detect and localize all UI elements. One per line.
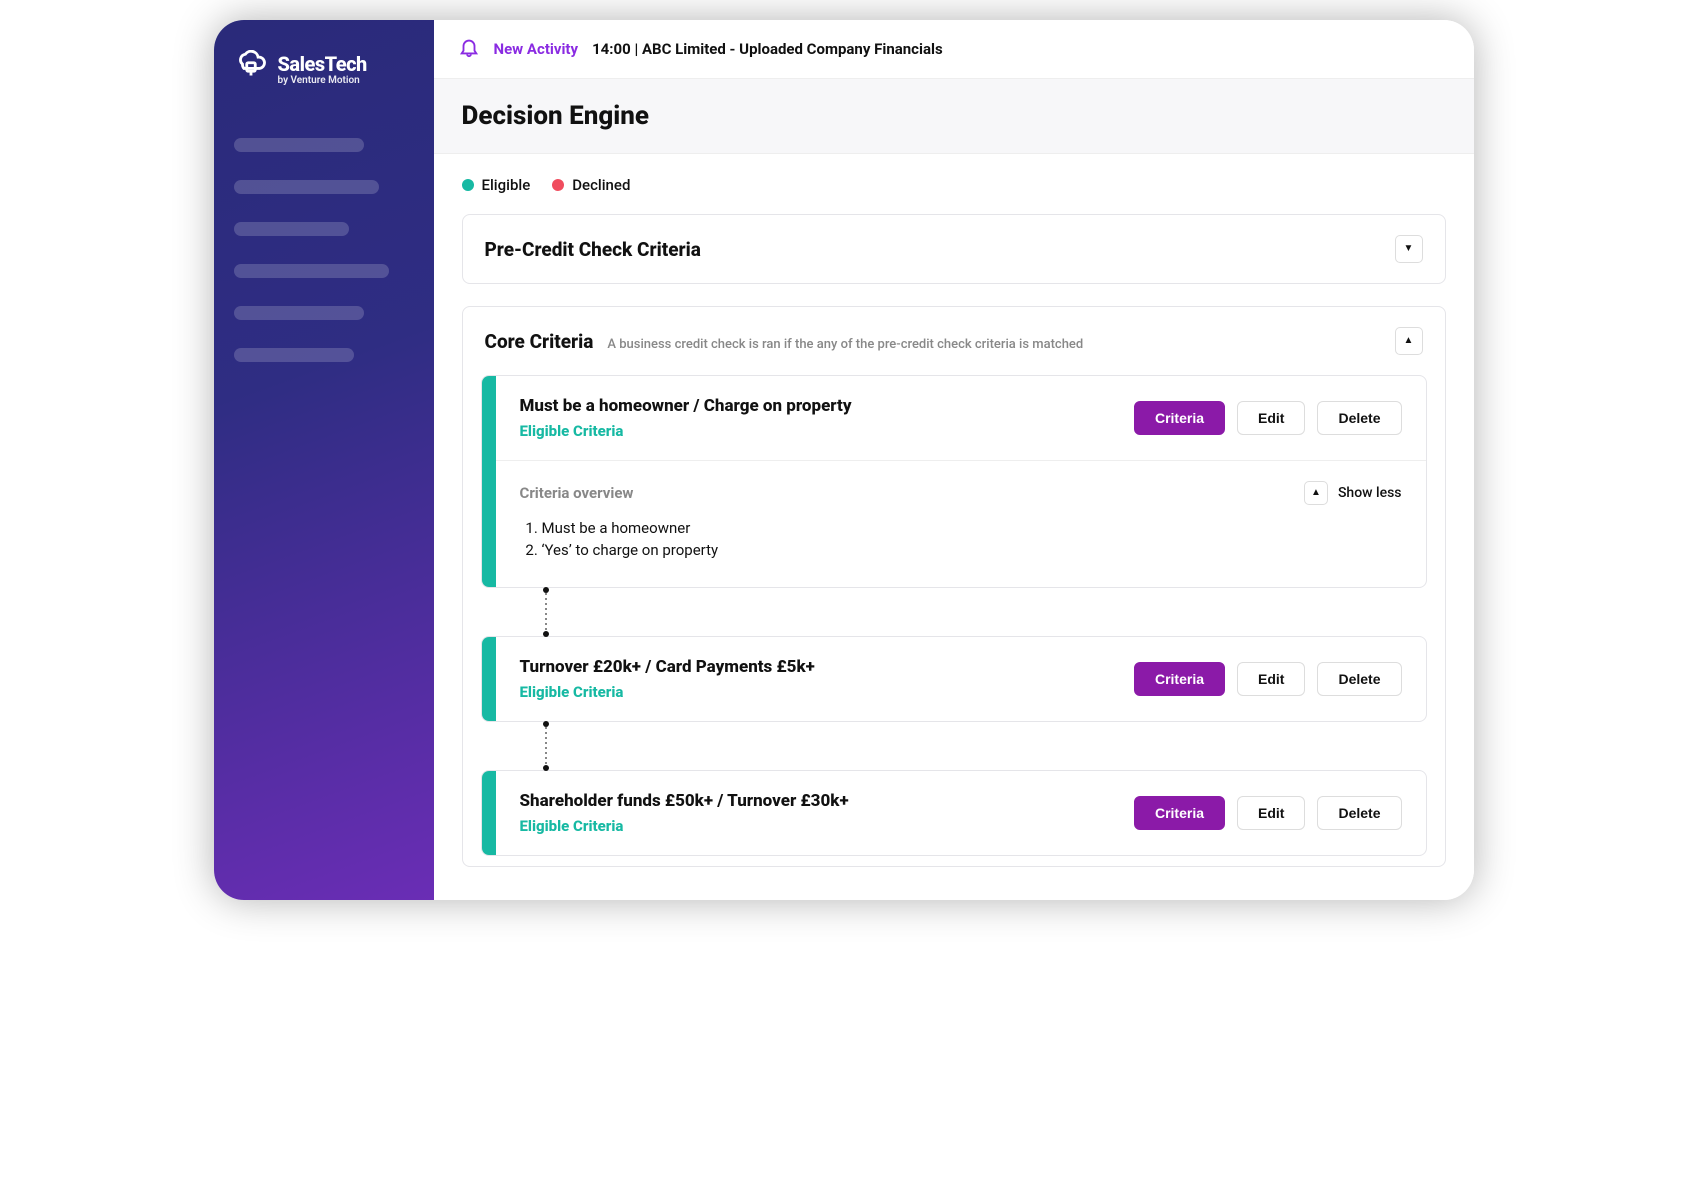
criteria-overview-list: Must be a homeowner ‘Yes’ to charge on p…: [520, 519, 1402, 559]
sidebar-item-placeholder[interactable]: [234, 222, 349, 236]
criteria-overview-title: Criteria overview: [520, 484, 634, 502]
edit-button[interactable]: Edit: [1237, 796, 1305, 830]
panel-core-body: Must be a homeowner / Charge on property…: [463, 375, 1445, 866]
legend-item-declined: Declined: [552, 176, 630, 194]
brand-title: SalesTech: [278, 53, 367, 75]
sidebar-nav: [234, 138, 414, 362]
criteria-button[interactable]: Criteria: [1134, 662, 1225, 696]
panel-pre-credit: Pre-Credit Check Criteria ▼: [462, 214, 1446, 284]
card-tag: Eligible Criteria: [520, 683, 815, 701]
criteria-overview-item: ‘Yes’ to charge on property: [542, 541, 1402, 559]
legend-declined-label: Declined: [572, 176, 630, 194]
sidebar-item-placeholder[interactable]: [234, 264, 389, 278]
content-area: Eligible Declined Pre-Credit Check Crite…: [434, 154, 1474, 900]
criteria-card: Shareholder funds £50k+ / Turnover £30k+…: [481, 770, 1427, 856]
edit-button[interactable]: Edit: [1237, 662, 1305, 696]
chevron-up-icon: ▲: [1311, 488, 1321, 498]
dot-declined-icon: [552, 179, 564, 191]
panel-pre-credit-title: Pre-Credit Check Criteria: [485, 238, 701, 261]
sidebar-item-placeholder[interactable]: [234, 348, 354, 362]
topbar: New Activity 14:00 | ABC Limited - Uploa…: [434, 20, 1474, 79]
card-tag: Eligible Criteria: [520, 422, 852, 440]
bell-icon[interactable]: [458, 36, 480, 62]
sidebar-item-placeholder[interactable]: [234, 306, 364, 320]
criteria-card: Must be a homeowner / Charge on property…: [481, 375, 1427, 588]
show-less-toggle[interactable]: ▲ Show less: [1304, 481, 1402, 505]
card-tag: Eligible Criteria: [520, 817, 849, 835]
page-header: Decision Engine: [434, 79, 1474, 154]
brand: SalesTech by Venture Motion: [234, 50, 414, 88]
brand-logo-icon: [234, 50, 268, 88]
status-legend: Eligible Declined: [462, 176, 1446, 194]
activity-text: 14:00 | ABC Limited - Uploaded Company F…: [592, 40, 943, 58]
page-title: Decision Engine: [462, 101, 1446, 131]
criteria-overview-item: Must be a homeowner: [542, 519, 1402, 537]
card-title: Must be a homeowner / Charge on property: [520, 396, 852, 416]
card-title: Shareholder funds £50k+ / Turnover £30k+: [520, 791, 849, 811]
legend-eligible-label: Eligible: [482, 176, 531, 194]
main-content: New Activity 14:00 | ABC Limited - Uploa…: [434, 20, 1474, 900]
delete-button[interactable]: Delete: [1317, 662, 1401, 696]
new-activity-label[interactable]: New Activity: [494, 40, 579, 58]
card-stripe-eligible: [482, 376, 496, 587]
panel-core-criteria: Core Criteria A business credit check is…: [462, 306, 1446, 867]
card-stripe-eligible: [482, 637, 496, 721]
collapse-core-button[interactable]: ▲: [1395, 327, 1423, 355]
legend-item-eligible: Eligible: [462, 176, 531, 194]
card-detail: Criteria overview ▲ Show less Must be a …: [496, 460, 1426, 587]
card-connector: [541, 588, 1427, 636]
card-title: Turnover £20k+ / Card Payments £5k+: [520, 657, 815, 677]
delete-button[interactable]: Delete: [1317, 796, 1401, 830]
delete-button[interactable]: Delete: [1317, 401, 1401, 435]
criteria-button[interactable]: Criteria: [1134, 796, 1225, 830]
dot-eligible-icon: [462, 179, 474, 191]
sidebar: SalesTech by Venture Motion: [214, 20, 434, 900]
edit-button[interactable]: Edit: [1237, 401, 1305, 435]
panel-core-title: Core Criteria: [485, 330, 594, 353]
criteria-button[interactable]: Criteria: [1134, 401, 1225, 435]
expand-pre-credit-button[interactable]: ▼: [1395, 235, 1423, 263]
panel-core-subtitle: A business credit check is ran if the an…: [607, 337, 1083, 352]
card-stripe-eligible: [482, 771, 496, 855]
app-frame: SalesTech by Venture Motion New Activity…: [214, 20, 1474, 900]
chevron-up-icon: ▲: [1404, 336, 1414, 346]
show-less-label: Show less: [1338, 485, 1402, 501]
criteria-card: Turnover £20k+ / Card Payments £5k+ Elig…: [481, 636, 1427, 722]
card-connector: [541, 722, 1427, 770]
chevron-down-icon: ▼: [1404, 244, 1414, 254]
sidebar-item-placeholder[interactable]: [234, 138, 364, 152]
sidebar-item-placeholder[interactable]: [234, 180, 379, 194]
brand-subtitle: by Venture Motion: [278, 75, 367, 86]
